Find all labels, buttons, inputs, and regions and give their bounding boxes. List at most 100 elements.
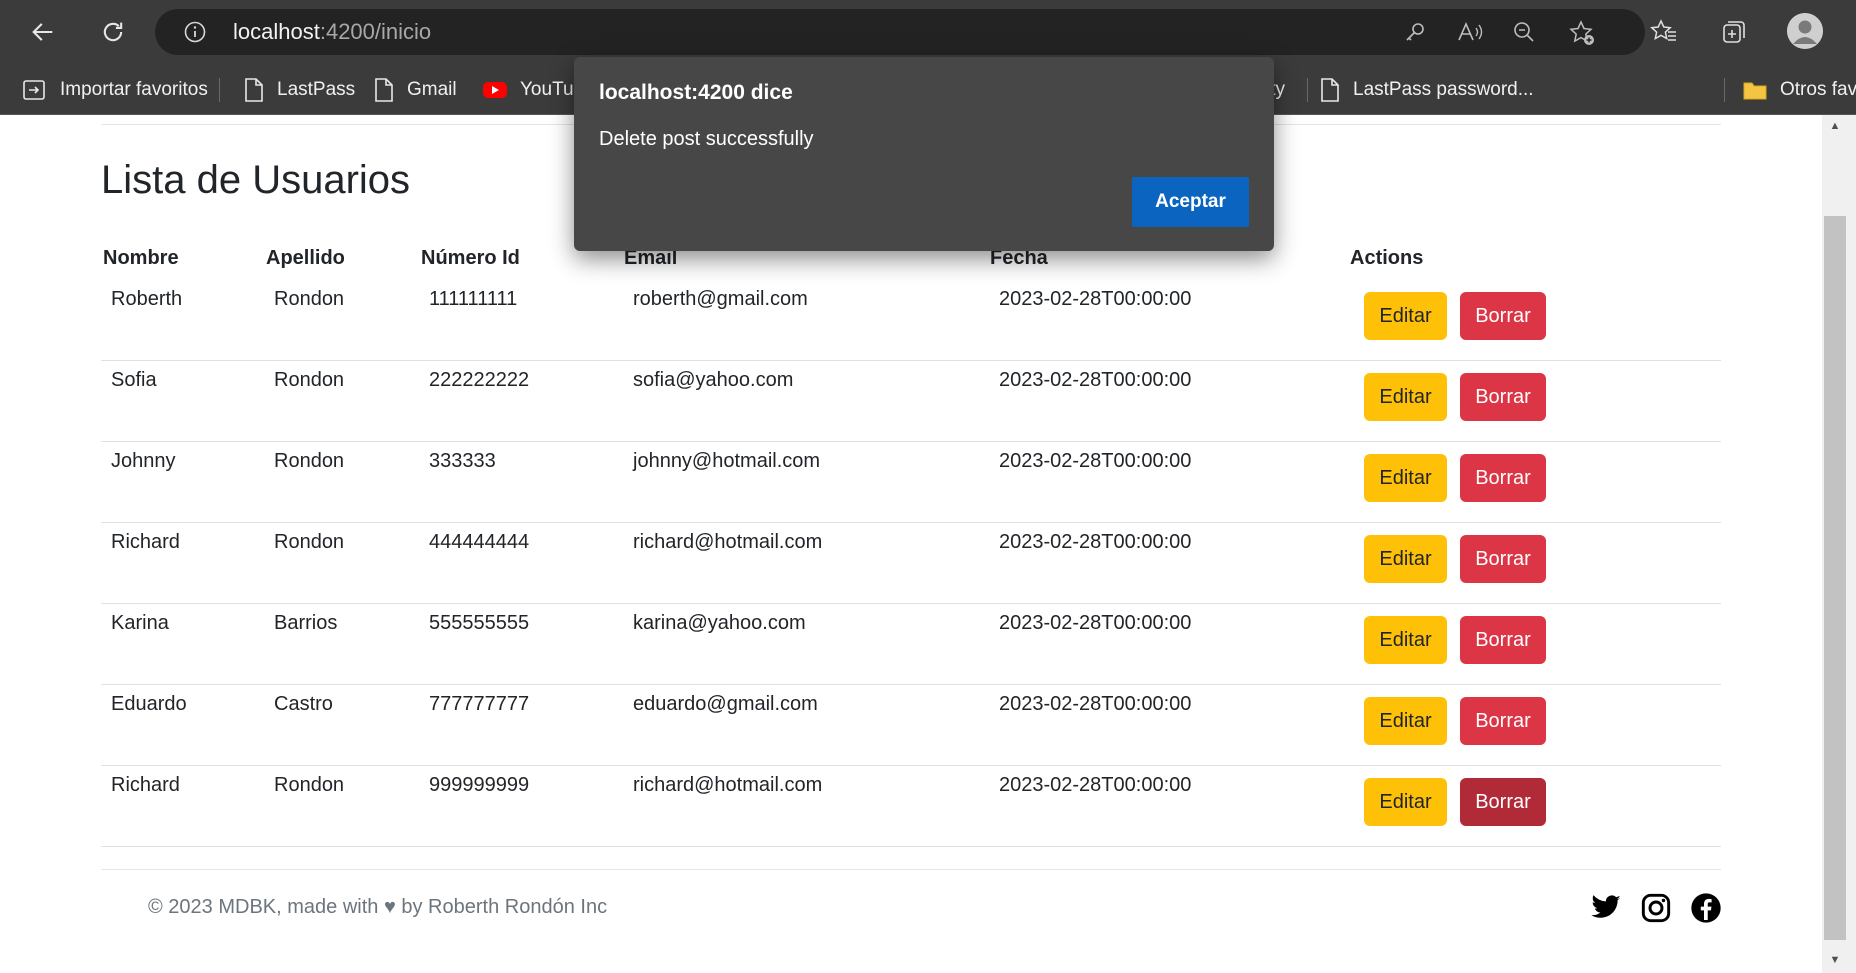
back-arrow-icon [32,23,53,41]
scroll-up-arrow-icon[interactable]: ▲ [1824,118,1846,134]
bookmark-divider [1307,78,1308,102]
page-icon [1321,78,1339,102]
bookmark-label: LastPass [277,79,356,100]
facebook-icon[interactable] [1690,892,1722,924]
address-bar[interactable]: localhost:4200/inicio [155,9,1645,55]
cell-email: roberth@gmail.com [633,288,808,310]
bookmark-lastpass[interactable]: LastPass [243,66,355,114]
table-row: Eduardo Castro 777777777 eduardo@gmail.c… [101,685,1721,766]
footer-divider [101,869,1721,870]
header-actions: Actions [1350,247,1424,269]
cell-numero-id: 777777777 [429,693,530,715]
cell-email: eduardo@gmail.com [633,693,818,715]
bookmark-import-favorites[interactable]: Importar favoritos [22,66,208,114]
import-favorites-icon [23,80,45,100]
dialog-title: localhost:4200 dice [599,81,793,104]
table-row: Richard Rondon 999999999 richard@hotmail… [101,766,1721,847]
cell-nombre: Johnny [111,450,176,472]
cell-fecha: 2023-02-28T00:00:00 [999,369,1192,391]
cell-apellido: Barrios [274,612,338,634]
footer-copyright: © 2023 MDBK, made with ♥ by Roberth Rond… [148,896,608,918]
cell-email: richard@hotmail.com [633,774,823,796]
scrollbar-thumb[interactable] [1824,216,1846,940]
cell-fecha: 2023-02-28T00:00:00 [999,693,1192,715]
cell-email: johnny@hotmail.com [633,450,821,472]
delete-button[interactable]: Borrar [1460,292,1546,340]
bookmark-divider [219,78,220,102]
table-row: Roberth Rondon 111111111 roberth@gmail.c… [101,280,1721,361]
cell-apellido: Rondon [274,531,345,553]
cell-numero-id: 444444444 [429,531,530,553]
delete-button[interactable]: Borrar [1460,778,1546,826]
edit-button[interactable]: Editar [1364,778,1447,826]
edit-button[interactable]: Editar [1364,616,1447,664]
page-icon [375,78,393,102]
cell-numero-id: 999999999 [429,774,530,796]
edit-button[interactable]: Editar [1364,535,1447,583]
profile-avatar-icon[interactable] [1787,13,1823,49]
scroll-down-arrow-icon[interactable]: ▼ [1824,952,1846,968]
delete-button[interactable]: Borrar [1460,535,1546,583]
cell-email: richard@hotmail.com [633,531,823,553]
bookmark-label: YouTul [520,79,578,100]
cell-nombre: Richard [111,774,180,796]
cell-nombre: Karina [111,612,169,634]
favorites-icon[interactable] [1646,14,1682,50]
read-aloud-icon[interactable] [1457,20,1483,44]
refresh-button[interactable] [91,10,135,54]
cell-apellido: Rondon [274,774,345,796]
key-icon[interactable] [1403,20,1427,44]
cell-apellido: Rondon [274,369,345,391]
alert-dialog: localhost:4200 dice Delete post successf… [574,57,1274,251]
instagram-icon[interactable] [1640,892,1672,924]
cell-numero-id: 555555555 [429,612,530,634]
site-info-icon[interactable] [183,20,207,44]
delete-button[interactable]: Borrar [1460,454,1546,502]
delete-button[interactable]: Borrar [1460,616,1546,664]
collections-icon[interactable] [1716,14,1752,50]
url-host: localhost [233,19,320,44]
cell-nombre: Roberth [111,288,183,310]
cell-numero-id: 333333 [429,450,496,472]
dialog-message: Delete post successfully [599,128,814,150]
url-text[interactable]: localhost:4200/inicio [233,19,431,45]
cell-fecha: 2023-02-28T00:00:00 [999,612,1192,634]
header-nombre: Nombre [103,247,179,269]
cell-apellido: Rondon [274,450,345,472]
header-apellido: Apellido [266,247,345,269]
folder-icon [1743,82,1767,100]
cell-fecha: 2023-02-28T00:00:00 [999,288,1192,310]
users-table: Nombre Apellido Número Id Email Fecha Ac… [101,244,1721,847]
refresh-icon [103,22,123,42]
bookmark-lastpass-password[interactable]: LastPass password... [1319,66,1534,114]
cell-email: sofia@yahoo.com [633,369,794,391]
header-numero-id: Número Id [421,247,520,269]
bookmark-youtube[interactable]: YouTul [482,66,578,114]
edit-button[interactable]: Editar [1364,373,1447,421]
edit-button[interactable]: Editar [1364,697,1447,745]
table-row: Karina Barrios 555555555 karina@yahoo.co… [101,604,1721,685]
delete-button[interactable]: Borrar [1460,373,1546,421]
zoom-out-icon[interactable] [1512,20,1536,44]
bookmark-divider [1724,78,1725,102]
cell-nombre: Eduardo [111,693,187,715]
cell-apellido: Rondon [274,288,345,310]
accept-button[interactable]: Aceptar [1132,177,1249,227]
cell-fecha: 2023-02-28T00:00:00 [999,774,1192,796]
youtube-icon [483,82,507,98]
bookmark-other-favorites[interactable]: Otros fav [1742,66,1856,114]
cell-apellido: Castro [274,693,333,715]
twitter-icon[interactable] [1590,892,1622,924]
delete-button[interactable]: Borrar [1460,697,1546,745]
bookmark-label: Otros fav [1780,79,1856,100]
edit-button[interactable]: Editar [1364,454,1447,502]
cell-fecha: 2023-02-28T00:00:00 [999,450,1192,472]
table-row: Richard Rondon 444444444 richard@hotmail… [101,523,1721,604]
bookmark-gmail[interactable]: Gmail [373,66,457,114]
add-favorite-icon[interactable] [1569,20,1594,45]
bookmark-label: LastPass password... [1353,79,1534,100]
url-path: :4200/inicio [319,19,432,44]
table-row: Sofia Rondon 222222222 sofia@yahoo.com 2… [101,361,1721,442]
back-button[interactable] [21,10,65,54]
edit-button[interactable]: Editar [1364,292,1447,340]
